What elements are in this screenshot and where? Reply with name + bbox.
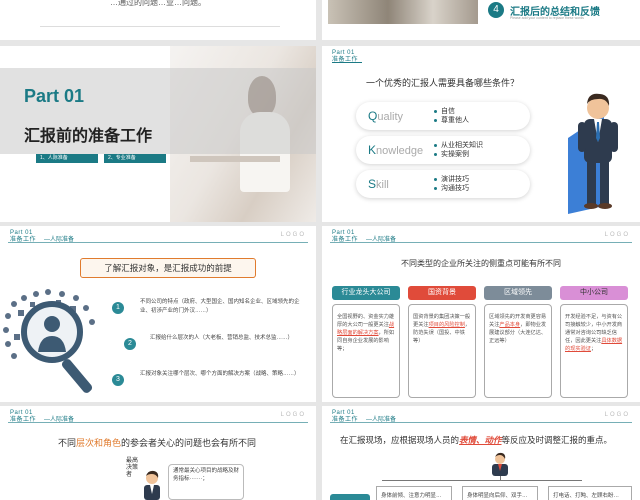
slide-audience[interactable]: Part 01 准备工作 —人际准备 LOGO 了解汇报对象，是汇报成功的前提 1… (0, 226, 316, 402)
onsite-box-1: 身体前倾、注意力明显… (376, 486, 452, 500)
header-line (8, 422, 308, 423)
onsite-box-2: 身体明显向后仰、双手… (462, 486, 538, 500)
role-note: 通常最关心项目的战略及财务指标·······； (168, 464, 244, 500)
slide-top-right[interactable]: 4 汇报后的总结和反馈 Please add your content to r… (322, 0, 640, 40)
header-line (8, 242, 308, 243)
slide-onsite[interactable]: Part 01 准备工作 —人际准备 LOGO 在汇报现场，应根据现场人员的表情、… (322, 406, 640, 500)
logo: LOGO (280, 412, 306, 418)
magnifier-icon (3, 289, 95, 393)
speaker-icon (492, 452, 508, 476)
point-1-number: 1 (112, 302, 124, 314)
quality-items: 自信 尊重他人 (434, 107, 469, 125)
point-1-text: 不同公司的特点（政府、大型国企、国内知名企业、区域领先的企业、初涉产业的门外汉…… (140, 299, 300, 314)
tag-people: 1、人际准备 (36, 154, 98, 163)
tree-line (382, 480, 582, 481)
section-subtitle: Please add your content to replace these… (510, 16, 584, 20)
onsite-box-3: 打电话、打盹、左顾右盼… (548, 486, 632, 500)
companies-title: 不同类型的企业所关注的侧重点可能有所不同 (401, 259, 561, 268)
slide-roles[interactable]: Part 01 准备工作 —人际准备 LOGO 不同层次和角色的参会者关心的问题也… (0, 406, 316, 500)
photo-strip (328, 0, 478, 24)
slide-companies[interactable]: Part 01 准备工作 —人际准备 LOGO 不同类型的企业所关注的侧重点可能有… (322, 226, 640, 402)
slide-part01[interactable]: Part 01 汇报前的准备工作 1、人际准备 2、专业准备 (0, 46, 316, 222)
businessman-icon (568, 93, 618, 214)
role-label: 最高决策者 (126, 458, 139, 478)
tag-small: 中小公司 (560, 286, 628, 300)
roles-title: 不同层次和角色的参会者关心的问题也会有所不同 (58, 438, 257, 448)
logo: LOGO (280, 232, 306, 238)
knowledge-items: 从业相关知识 实操案例 (434, 141, 483, 159)
onsite-title: 在汇报现场，应根据现场人员的表情、动作等反应及时调整汇报的重点。 (340, 435, 613, 445)
box-regional: 区域领先的开发商更容易关注产品本身，即物业发展建议部分（大连亿达、正远等） (484, 304, 552, 398)
tag-state: 国资背景 (408, 286, 476, 300)
banner: 了解汇报对象，是汇报成功的前提 (80, 258, 256, 278)
part-label: Part 01 (24, 86, 85, 106)
header-line (330, 242, 632, 243)
question: 一个优秀的汇报人需要具备哪些条件？ (366, 78, 520, 88)
left-tab (330, 494, 370, 500)
word-knowledge: Knowledge (368, 143, 424, 157)
word-skill: Skill (368, 177, 389, 191)
section-number: 4 (488, 2, 504, 18)
box-small: 开发经验不足，与资有公司接触较少，中小开发商通常对咨询公司缺乏信任，因此更关注具… (560, 304, 628, 398)
point-3-number: 3 (112, 374, 124, 386)
word-quality: Quality (368, 109, 404, 123)
box-state: 国资背景的集团决策一般更关注项目的风险控制，防范失误（国投、中铁等） (408, 304, 476, 398)
tag-leader: 行业龙头大公司 (332, 286, 400, 300)
logo: LOGO (604, 412, 630, 418)
partial-text: …通过的问题…业…问题。 (110, 0, 206, 7)
header-line (332, 62, 362, 63)
slide-grid: …通过的问题…业…问题。 4 汇报后的总结和反馈 Please add your… (0, 0, 640, 500)
skill-items: 演讲技巧 沟通技巧 (434, 175, 469, 193)
point-3-text: 汇报对象关注哪个层次、哪个方面的解决方案（战略、策略……） (140, 371, 300, 377)
tree-stem (500, 476, 501, 480)
box-leader: 全国视野的、资金实力雄厚的大公司一般更关注战略层面的解决方案，所如同自身企业发展… (332, 304, 400, 398)
header-line (330, 422, 632, 423)
logo: LOGO (604, 232, 630, 238)
point-2-number: 2 (124, 338, 136, 350)
tag-regional: 区域领先 (484, 286, 552, 300)
part-title: 汇报前的准备工作 (24, 128, 153, 145)
slide-top-left[interactable]: …通过的问题…业…问题。 (0, 0, 316, 40)
slide-quality[interactable]: Part 01 准备工作 一个优秀的汇报人需要具备哪些条件？ Quality 自信… (322, 46, 640, 222)
tag-pro: 2、专业准备 (104, 154, 166, 163)
point-2-text: 汇报给什么层次的人（大老板、营销总监、技术总监……） (150, 335, 294, 341)
person-icon (144, 470, 160, 500)
